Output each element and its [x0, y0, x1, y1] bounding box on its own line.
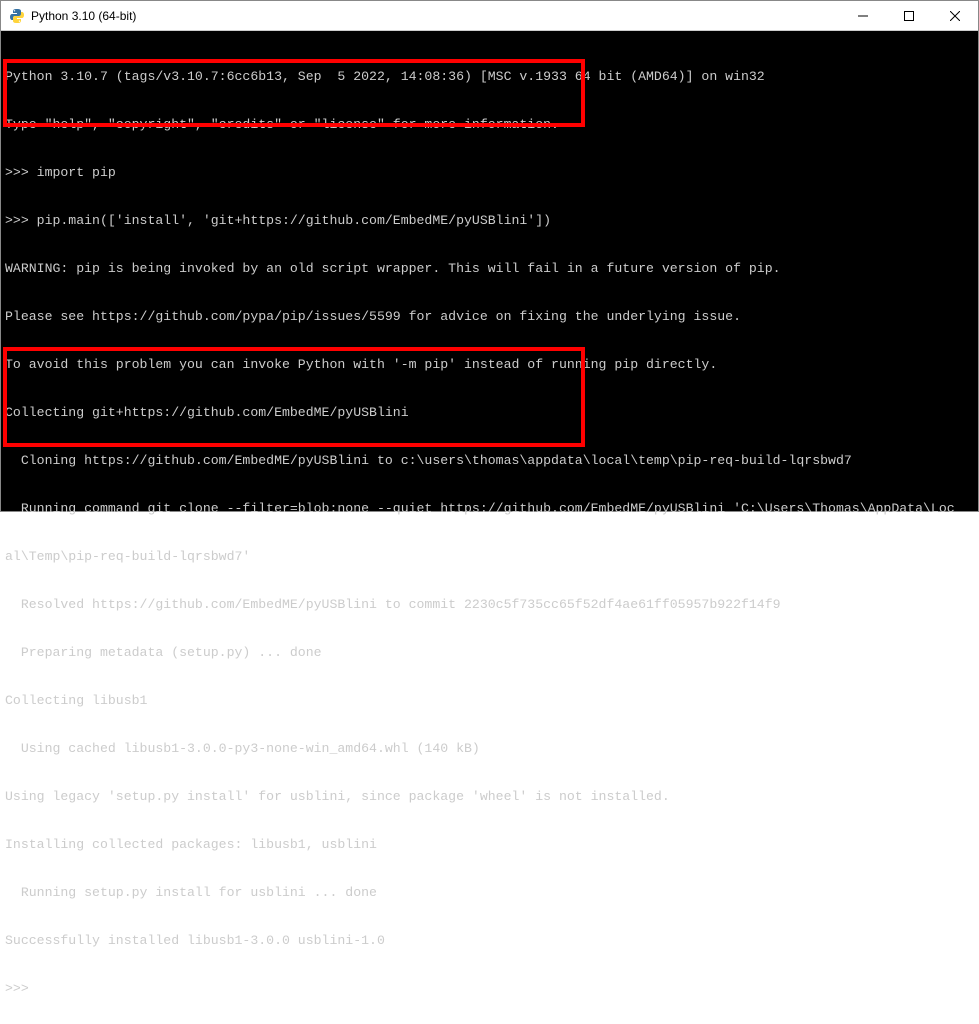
window-controls	[840, 1, 978, 30]
repl-line: >>> pip.main(['install', 'git+https://gi…	[5, 213, 974, 229]
python-icon	[9, 8, 25, 24]
output-line: Installing collected packages: libusb1, …	[5, 837, 974, 853]
output-line: Running setup.py install for usblini ...…	[5, 885, 974, 901]
output-line: Collecting git+https://github.com/EmbedM…	[5, 405, 974, 421]
output-line: Preparing metadata (setup.py) ... done	[5, 645, 974, 661]
output-line: Python 3.10.7 (tags/v3.10.7:6cc6b13, Sep…	[5, 69, 974, 85]
window-title: Python 3.10 (64-bit)	[31, 9, 840, 23]
close-button[interactable]	[932, 1, 978, 30]
maximize-button[interactable]	[886, 1, 932, 30]
output-line: Collecting libusb1	[5, 693, 974, 709]
output-line: Please see https://github.com/pypa/pip/i…	[5, 309, 974, 325]
titlebar[interactable]: Python 3.10 (64-bit)	[1, 1, 978, 31]
repl-line: >>> import pip	[5, 165, 974, 181]
output-line: Using legacy 'setup.py install' for usbl…	[5, 789, 974, 805]
output-line: WARNING: pip is being invoked by an old …	[5, 261, 974, 277]
terminal-area[interactable]: Python 3.10.7 (tags/v3.10.7:6cc6b13, Sep…	[1, 31, 978, 511]
repl-line: >>>	[5, 981, 974, 997]
output-line: Running command git clone --filter=blob:…	[5, 501, 974, 517]
output-line: Successfully installed libusb1-3.0.0 usb…	[5, 933, 974, 949]
output-line: Type "help", "copyright", "credits" or "…	[5, 117, 974, 133]
output-line: al\Temp\pip-req-build-lqrsbwd7'	[5, 549, 974, 565]
output-line: Resolved https://github.com/EmbedME/pyUS…	[5, 597, 974, 613]
output-line: Using cached libusb1-3.0.0-py3-none-win_…	[5, 741, 974, 757]
minimize-button[interactable]	[840, 1, 886, 30]
output-line: To avoid this problem you can invoke Pyt…	[5, 357, 974, 373]
output-line: Cloning https://github.com/EmbedME/pyUSB…	[5, 453, 974, 469]
